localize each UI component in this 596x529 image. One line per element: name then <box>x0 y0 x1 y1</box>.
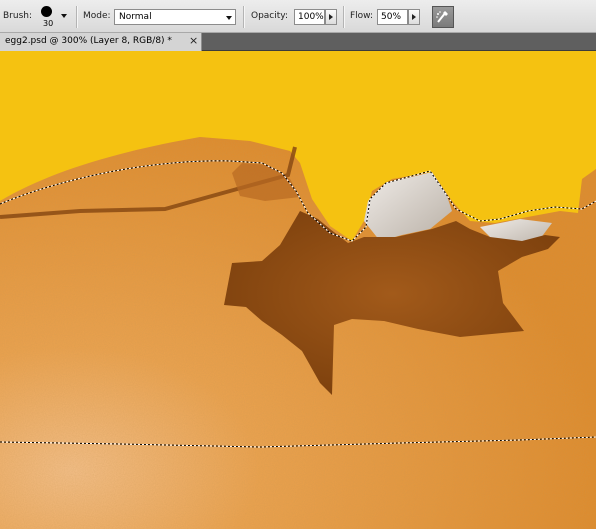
airbrush-toggle-button[interactable] <box>432 6 454 28</box>
mode-value: Normal <box>119 12 152 22</box>
close-icon[interactable]: × <box>189 34 198 47</box>
opacity-field[interactable]: 100% <box>294 9 325 25</box>
separator <box>343 6 345 28</box>
flow-slider-button[interactable] <box>408 9 420 25</box>
canvas-artwork <box>0 51 596 529</box>
document-canvas[interactable] <box>0 51 596 529</box>
chevron-right-icon <box>412 14 416 20</box>
flow-value: 50% <box>381 12 402 22</box>
opacity-slider-button[interactable] <box>325 9 337 25</box>
opacity-value: 100% <box>298 12 324 22</box>
mode-select[interactable]: Normal <box>114 9 236 25</box>
brush-preview-icon <box>41 6 52 17</box>
tool-options-bar: Brush: 30 Mode: Normal Opacity: 100% Flo… <box>0 0 596 33</box>
mode-label: Mode: <box>83 11 111 21</box>
separator <box>243 6 245 28</box>
document-tab-strip: egg2.psd @ 300% (Layer 8, RGB/8) * × <box>0 33 596 51</box>
chevron-down-icon <box>61 14 67 18</box>
document-tab[interactable]: egg2.psd @ 300% (Layer 8, RGB/8) * × <box>0 33 202 51</box>
flow-field[interactable]: 50% <box>377 9 408 25</box>
airbrush-icon <box>436 11 448 23</box>
chevron-down-icon <box>226 16 232 20</box>
brush-size-value: 30 <box>43 19 54 28</box>
brush-picker[interactable]: 30 <box>38 3 72 31</box>
flow-label: Flow: <box>350 11 374 21</box>
chevron-right-icon <box>329 14 333 20</box>
separator <box>76 6 78 28</box>
brush-label: Brush: <box>3 11 33 21</box>
opacity-label: Opacity: <box>251 11 288 21</box>
document-tab-title: egg2.psd @ 300% (Layer 8, RGB/8) * <box>5 36 172 46</box>
